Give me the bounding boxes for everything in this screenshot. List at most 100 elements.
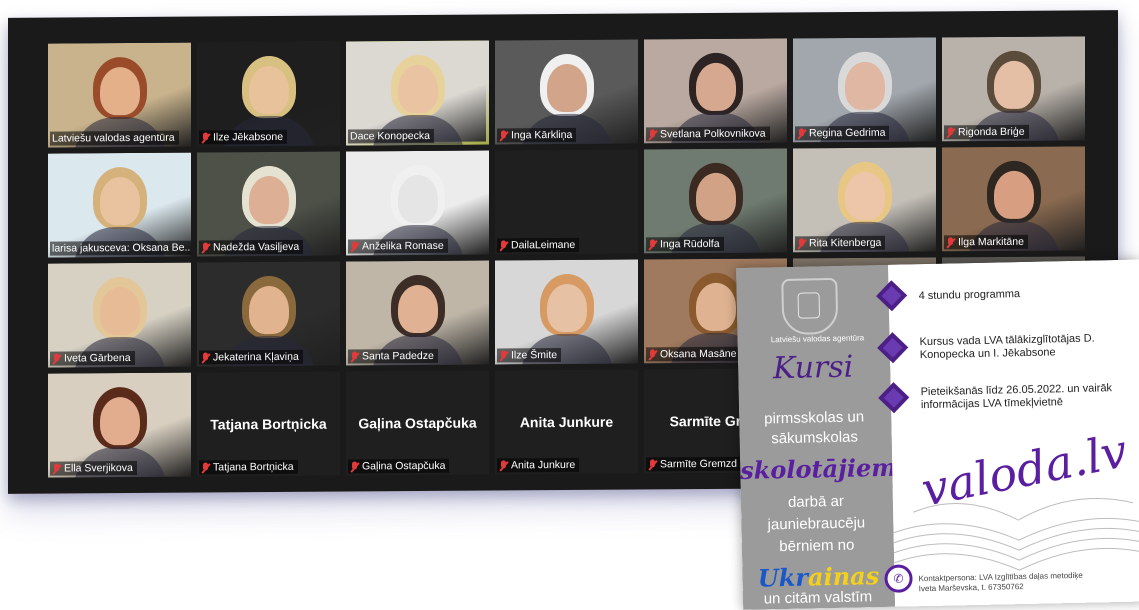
participant-name: Tatjana Bortņicka <box>213 460 294 474</box>
flyer-line-3: darbā ar <box>787 492 845 511</box>
participant-tile[interactable]: Ilga Markitāne <box>942 146 1085 252</box>
mic-muted-icon <box>52 463 61 474</box>
participant-tile[interactable]: Rigonda Briģe <box>942 36 1085 142</box>
participant-face <box>546 283 587 333</box>
flyer-line-1: pirmsskolas un <box>763 408 865 428</box>
flyer-bullet-2: Kursus vada LVA tālākizglītotājas D. Kon… <box>919 332 1095 362</box>
participant-face <box>248 285 289 335</box>
participant-face <box>844 61 885 111</box>
participant-nameplate: Jekaterina Kļaviņa <box>199 349 303 365</box>
participant-name: Inga Rūdolfa <box>660 237 720 251</box>
participant-name: larisa jakusceva: Oksana Be... <box>52 241 191 255</box>
participant-name: Oksana Masāne <box>660 347 737 361</box>
mic-muted-icon <box>946 237 955 248</box>
participant-tile[interactable]: Svetlana Polkovnikova <box>644 38 787 144</box>
participant-name: Iveta Gārbena <box>64 352 131 365</box>
participant-face <box>248 175 289 225</box>
participant-face <box>546 63 587 113</box>
participant-name: Rigonda Briģe <box>958 125 1025 139</box>
flyer-line-6: un citām valstīm <box>763 588 873 608</box>
mic-muted-icon <box>499 130 508 141</box>
participant-name: Gaļina Ostapčuka <box>362 459 446 473</box>
participant-name: Latviešu valodas agentūra <box>52 131 175 145</box>
participant-tile[interactable]: Anita Junkure Anita Junkure <box>495 369 638 475</box>
participant-tile[interactable]: Rita Kitenberga <box>793 147 936 253</box>
participant-face <box>844 171 885 221</box>
participant-nameplate: Nadežda Vasiļjeva <box>199 239 304 255</box>
flyer-line-2: sākumskolas <box>771 428 859 448</box>
mic-muted-icon <box>499 350 508 361</box>
participant-name: Anželika Romase <box>362 239 444 253</box>
participant-tile[interactable]: Ella Sverjikova <box>48 372 191 478</box>
participant-tile[interactable]: Ilze Jēkabsone <box>197 41 340 147</box>
participant-nameplate: Ella Sverjikova <box>50 460 137 476</box>
participant-name: Ilga Markitāne <box>958 235 1024 249</box>
participant-nameplate: Dace Konopecka <box>348 128 434 144</box>
participant-nameplate: Svetlana Polkovnikova <box>646 126 770 142</box>
participant-nameplate: Santa Padedze <box>348 348 438 364</box>
participant-tile[interactable]: Jekaterina Kļaviņa <box>197 261 340 367</box>
participant-tile[interactable]: Dace Konopecka <box>346 40 489 146</box>
participant-face <box>397 174 438 224</box>
participant-nameplate: Anželika Romase <box>348 238 448 254</box>
participant-tile[interactable]: Ilze Šmite <box>495 259 638 365</box>
participant-face <box>99 66 140 116</box>
participant-tile[interactable]: larisa jakusceva: Oksana Be... <box>48 152 191 258</box>
participant-nameplate: Inga Rūdolfa <box>646 236 724 252</box>
phone-icon: ✆ <box>884 564 913 593</box>
mic-muted-icon <box>52 353 61 364</box>
mic-muted-icon <box>201 462 210 473</box>
participant-tile[interactable]: Tatjana Bortņicka Tatjana Bortņicka <box>197 371 340 477</box>
mic-muted-icon <box>797 238 806 249</box>
participant-name: Ella Sverjikova <box>64 462 133 475</box>
flyer-kursi-title: Kursi <box>772 349 854 387</box>
participant-face <box>695 282 736 332</box>
participant-tile[interactable]: Latviešu valodas agentūra <box>48 42 191 148</box>
participant-tile[interactable]: Inga Kārkliņa <box>495 39 638 145</box>
latvia-coat-of-arms-icon <box>781 277 839 336</box>
participant-name: Santa Padedze <box>362 349 434 363</box>
participant-name: Nadežda Vasiļjeva <box>213 240 300 254</box>
mic-muted-icon <box>797 128 806 139</box>
participant-tile[interactable]: Inga Rūdolfa <box>644 148 787 254</box>
participant-nameplate: Anita Junkure <box>497 457 580 473</box>
participant-name: Anita Junkure <box>511 458 576 472</box>
participant-tile[interactable]: Regina Gedrima <box>793 37 936 143</box>
flyer-bullet-1: 4 stundu programma <box>918 288 1021 303</box>
participant-nameplate: Sarmīte Gremzd <box>646 456 742 472</box>
participant-nameplate: Iveta Gārbena <box>50 350 135 366</box>
course-flyer: Latviešu valodas agentūra Kursi pirmssko… <box>736 259 1139 610</box>
participant-face <box>99 286 140 336</box>
participant-nameplate: Latviešu valodas agentūra <box>50 130 179 146</box>
participant-face <box>99 176 140 226</box>
participant-nameplate: Tatjana Bortņicka <box>199 459 298 475</box>
participant-nameplate: larisa jakusceva: Oksana Be... <box>50 240 191 256</box>
participant-name: Dace Konopecka <box>350 129 430 143</box>
participant-center-name: Tatjana Bortņicka <box>210 415 327 433</box>
participant-face <box>397 284 438 334</box>
flyer-agency-name: Latviešu valodas agentūra <box>770 333 865 345</box>
flyer-contact: Kontaktpersona: LVA Izglītības daļas met… <box>918 570 1139 595</box>
flyer-right-panel: 4 stundu programma Kursus vada LVA tālāk… <box>876 259 1139 607</box>
flyer-left-panel: Latviešu valodas agentūra Kursi pirmssko… <box>736 264 897 610</box>
participant-name: Ilze Jēkabsone <box>213 130 284 144</box>
mic-muted-icon <box>350 461 359 472</box>
mic-muted-icon <box>350 351 359 362</box>
participant-tile[interactable]: Santa Padedze <box>346 260 489 366</box>
participant-nameplate: Ilga Markitāne <box>944 234 1028 250</box>
mic-muted-icon <box>648 239 657 250</box>
participant-tile[interactable]: Iveta Gārbena <box>48 262 191 368</box>
flyer-teachers-word: skolotājiem <box>739 452 897 485</box>
participant-nameplate: Ilze Šmite <box>497 348 562 363</box>
participant-face <box>993 170 1034 219</box>
participant-tile[interactable]: DailaLeimane <box>495 149 638 255</box>
participant-face <box>397 64 438 114</box>
mic-muted-icon <box>648 129 657 140</box>
mic-muted-icon <box>648 459 657 470</box>
participant-tile[interactable]: Anželika Romase <box>346 150 489 256</box>
participant-nameplate: Oksana Masāne <box>646 346 741 362</box>
participant-nameplate: Rigonda Briģe <box>944 124 1029 140</box>
participant-tile[interactable]: Gaļina Ostapčuka Gaļina Ostapčuka <box>346 370 489 476</box>
participant-face <box>993 60 1034 109</box>
participant-tile[interactable]: Nadežda Vasiļjeva <box>197 151 340 257</box>
